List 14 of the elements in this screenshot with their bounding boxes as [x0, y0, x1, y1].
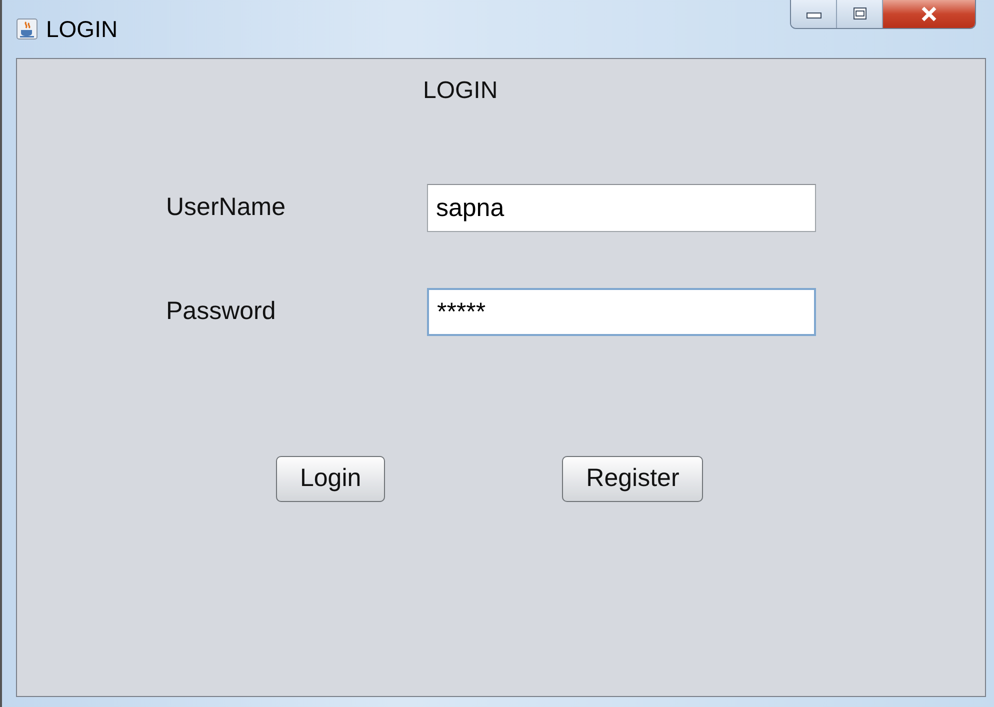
register-button[interactable]: Register	[562, 456, 704, 502]
form-heading: LOGIN	[423, 76, 498, 106]
login-button[interactable]: Login	[276, 456, 386, 502]
close-button[interactable]	[883, 0, 975, 28]
coffee-cup-icon	[16, 18, 38, 40]
minimize-button[interactable]	[791, 0, 837, 28]
field-label: UserName	[165, 192, 286, 224]
field-label: Password	[165, 296, 277, 328]
input-field[interactable]: sapna	[427, 184, 816, 232]
close-icon	[920, 6, 938, 22]
maximize-icon	[852, 7, 868, 21]
input-field[interactable]: *****	[427, 288, 816, 336]
maximize-button[interactable]	[837, 0, 883, 28]
window-title: LOGIN	[46, 14, 118, 44]
